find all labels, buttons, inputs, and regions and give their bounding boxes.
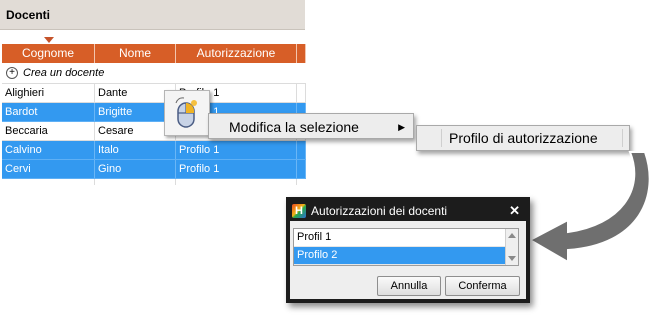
dialog-title: Autorizzazioni dei docenti	[311, 204, 448, 218]
authorization-dialog: H Autorizzazioni dei docenti ✕ Profil 1 …	[286, 197, 530, 303]
dialog-titlebar: H Autorizzazioni dei docenti ✕	[292, 202, 524, 220]
profile-listbox[interactable]: Profil 1 Profilo 2	[293, 228, 519, 266]
close-icon[interactable]: ✕	[509, 202, 520, 220]
confirm-button[interactable]: Conferma	[445, 276, 520, 296]
scroll-up-icon[interactable]	[508, 233, 516, 238]
app-logo-icon: H	[292, 204, 306, 218]
list-item[interactable]: Profil 1	[294, 229, 518, 247]
scroll-down-icon[interactable]	[508, 256, 516, 261]
cancel-button[interactable]: Annulla	[377, 276, 441, 296]
listbox-scrollbar[interactable]	[505, 229, 518, 265]
dialog-body: Profil 1 Profilo 2 Annulla Conferma	[290, 221, 526, 299]
list-item-selected[interactable]: Profilo 2	[294, 247, 518, 265]
